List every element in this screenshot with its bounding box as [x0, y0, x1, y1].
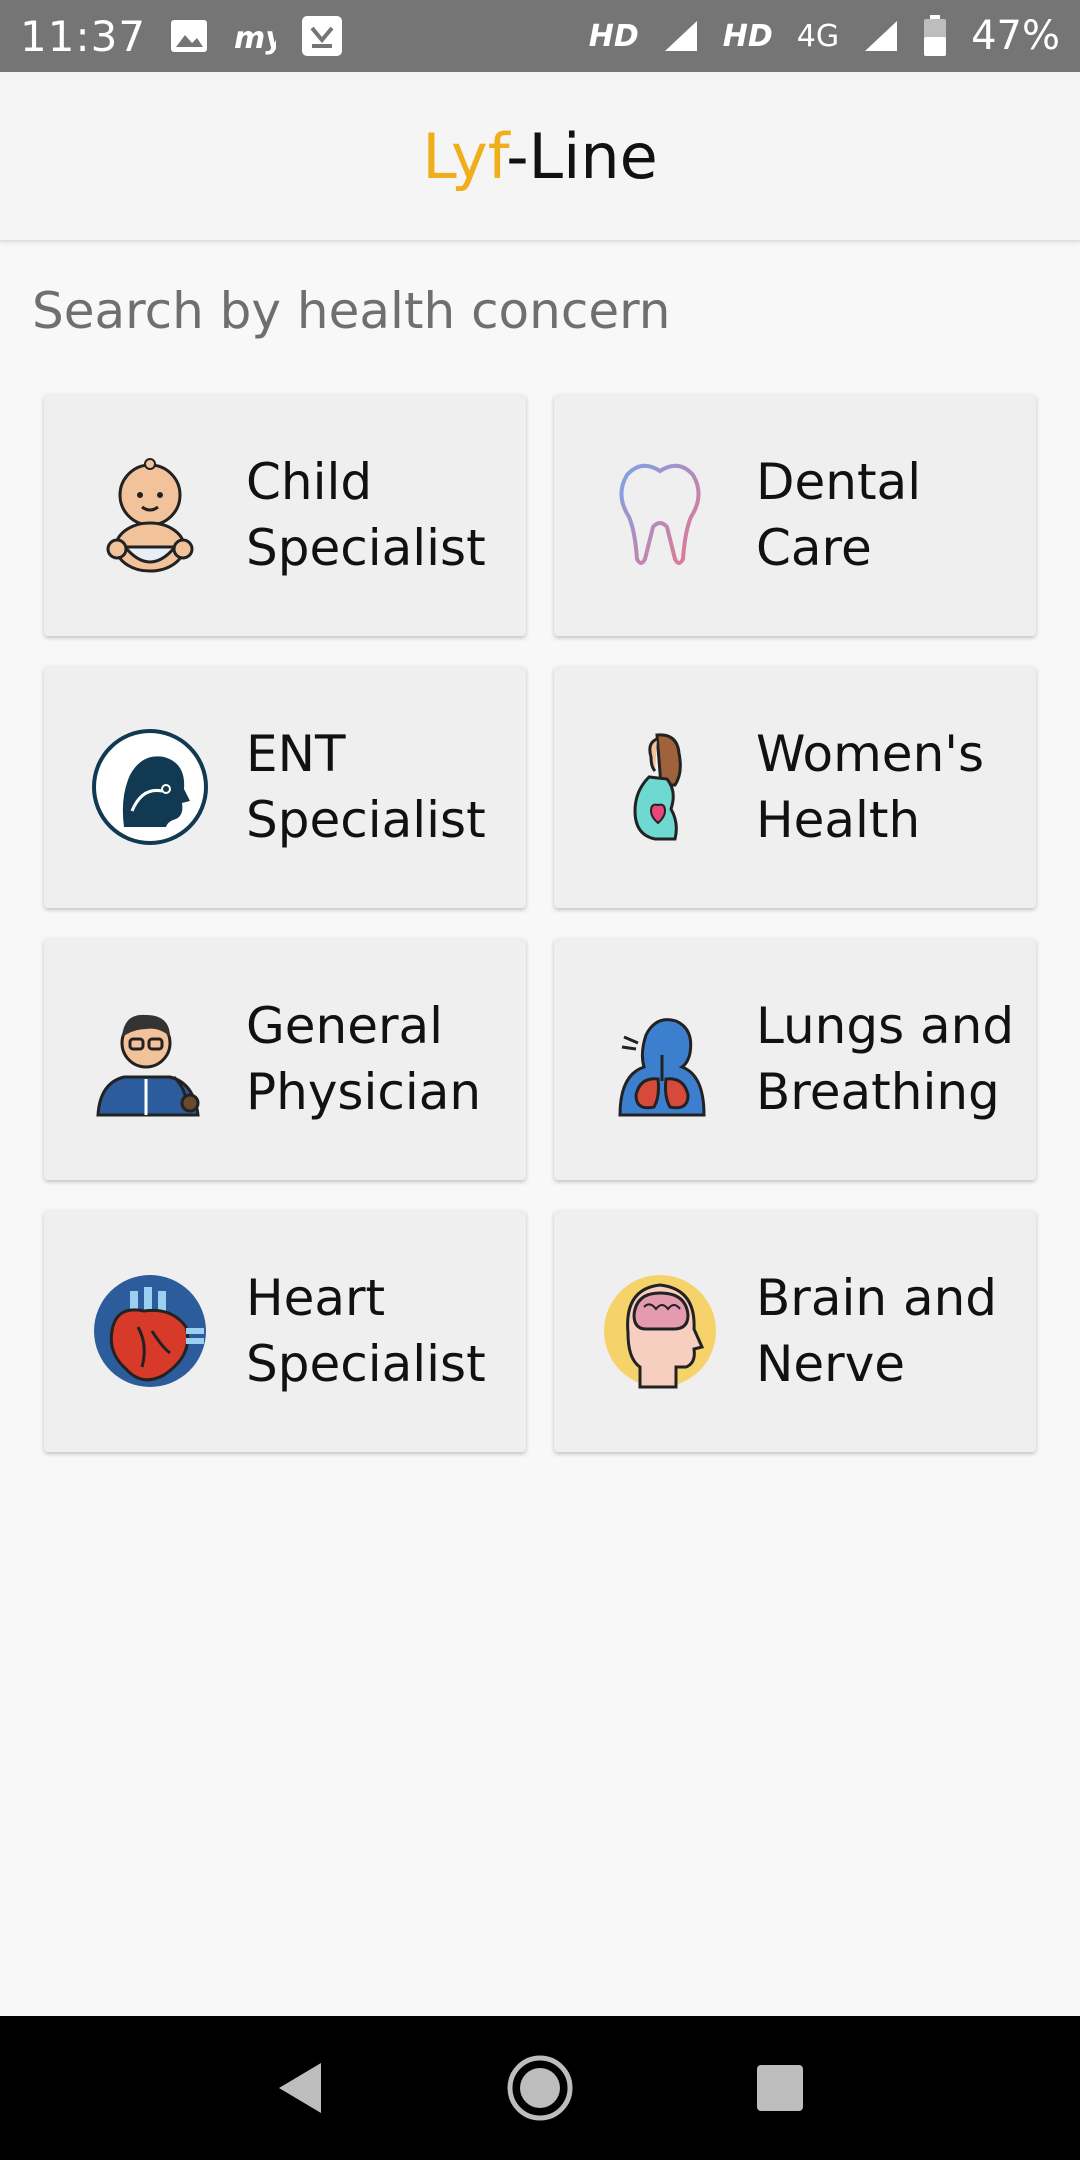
app-title-accent: Lyf	[422, 119, 507, 193]
download-notification-icon	[300, 14, 344, 58]
category-card-dental-care[interactable]: Dental Care	[554, 394, 1036, 636]
ent-head-icon	[90, 727, 210, 847]
back-icon[interactable]	[250, 2038, 350, 2138]
home-icon[interactable]	[490, 2038, 590, 2138]
category-label: Brain and Nerve	[756, 1269, 998, 1393]
svg-text:my: my	[234, 21, 276, 56]
brain-icon	[600, 1271, 720, 1391]
navigation-bar	[0, 2016, 1080, 2160]
lungs-icon	[600, 999, 720, 1119]
signal-icon-2	[863, 19, 899, 53]
category-label: Heart Specialist	[246, 1269, 486, 1393]
category-card-general-physician[interactable]: General Physician	[44, 938, 526, 1180]
category-card-brain-and-nerve[interactable]: Brain and Nerve	[554, 1210, 1036, 1452]
network-type-3: 4G	[796, 18, 840, 54]
category-card-heart-specialist[interactable]: Heart Specialist	[44, 1210, 526, 1452]
app-bar: Lyf-Line	[0, 72, 1080, 242]
category-card-lungs-and-breathing[interactable]: Lungs and Breathing	[554, 938, 1036, 1180]
tooth-icon	[600, 455, 720, 575]
app-notification-icon: my	[232, 16, 276, 56]
network-type-2: HD	[722, 18, 773, 54]
signal-icon	[663, 19, 699, 53]
status-time: 11:37	[20, 11, 147, 61]
category-label: Child Specialist	[246, 453, 486, 577]
doctor-icon	[90, 999, 210, 1119]
category-label: Lungs and Breathing	[756, 997, 1015, 1121]
category-card-womens-health[interactable]: Women's Health	[554, 666, 1036, 908]
battery-icon	[923, 15, 947, 57]
category-label: Women's Health	[756, 725, 985, 849]
category-grid: Child Specialist Dental Care ENT Special…	[44, 394, 1036, 1452]
category-card-child-specialist[interactable]: Child Specialist	[44, 394, 526, 636]
category-label: ENT Specialist	[246, 725, 486, 849]
status-bar: 11:37 my HD HD 4G 47%	[0, 0, 1080, 72]
app-title: Lyf-Line	[422, 120, 658, 193]
baby-icon	[90, 455, 210, 575]
recents-icon[interactable]	[730, 2038, 830, 2138]
heart-icon	[90, 1271, 210, 1391]
image-notification-icon	[170, 19, 208, 53]
pregnant-woman-icon	[600, 727, 720, 847]
category-label: Dental Care	[756, 453, 922, 577]
section-title: Search by health concern	[32, 282, 671, 340]
battery-percentage: 47%	[971, 13, 1060, 59]
category-card-ent-specialist[interactable]: ENT Specialist	[44, 666, 526, 908]
network-type-1: HD	[588, 18, 639, 54]
category-label: General Physician	[246, 997, 482, 1121]
app-title-rest: -Line	[506, 119, 658, 193]
